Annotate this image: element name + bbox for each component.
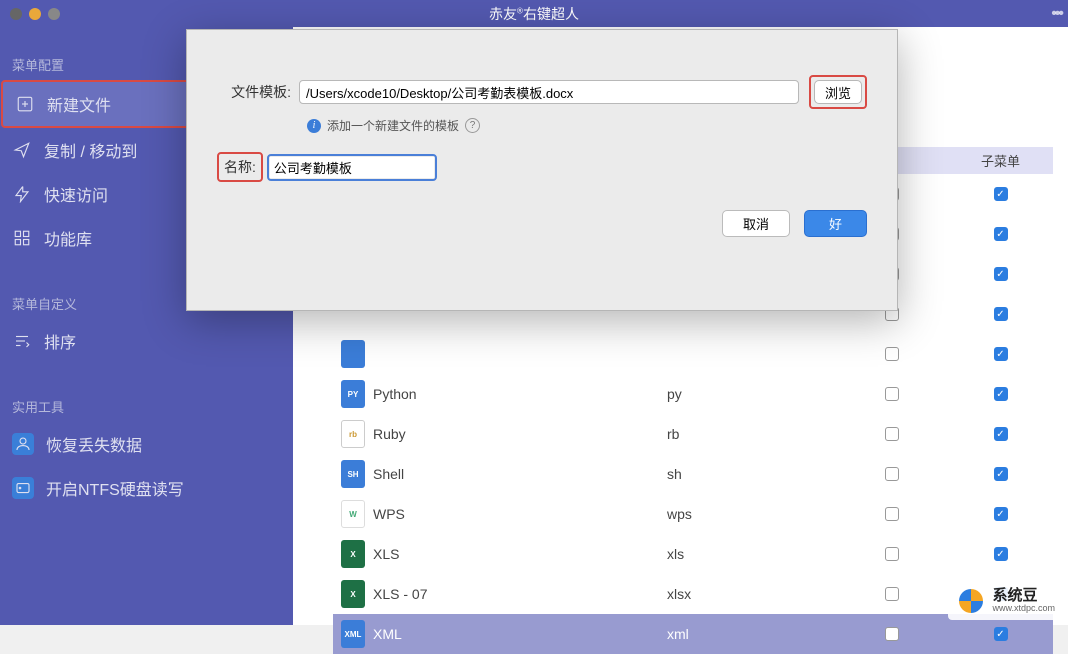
table-row[interactable]: PY Python py <box>333 374 1053 414</box>
checkbox[interactable] <box>885 347 899 361</box>
hint-text: 添加一个新建文件的模板 <box>327 117 459 134</box>
cell-name: Python <box>373 386 667 402</box>
sidebar-label: 恢复丢失数据 <box>46 432 142 456</box>
checkbox[interactable] <box>885 387 899 401</box>
checkbox[interactable] <box>885 587 899 601</box>
checkbox[interactable] <box>994 627 1008 641</box>
checkbox[interactable] <box>994 307 1008 321</box>
sort-icon <box>12 331 32 351</box>
sidebar-item-recover[interactable]: 恢复丢失数据 <box>0 422 293 466</box>
sidebar-label: 快速访问 <box>44 182 108 206</box>
watermark-name: 系统豆 <box>992 588 1055 605</box>
file-icon: XML <box>341 620 365 648</box>
section-label-tools: 实用工具 <box>0 387 293 422</box>
checkbox[interactable] <box>994 347 1008 361</box>
table-row[interactable]: W WPS wps <box>333 494 1053 534</box>
new-file-template-dialog: 文件模板: 浏览 i 添加一个新建文件的模板 ? 名称: 取消 <box>186 29 898 311</box>
checkbox[interactable] <box>994 467 1008 481</box>
plus-square-icon <box>15 94 35 114</box>
cell-ext: xls <box>667 546 835 562</box>
file-icon: SH <box>341 460 365 488</box>
table-row[interactable] <box>333 334 1053 374</box>
cell-name: XML <box>373 626 667 642</box>
cell-name: XLS <box>373 546 667 562</box>
table-row[interactable]: X XLS - 07 xlsx <box>333 574 1053 614</box>
name-input[interactable] <box>270 157 434 178</box>
titlebar: 赤友®右键超人 ••• <box>0 0 1068 27</box>
file-icon: W <box>341 500 365 528</box>
th-submenu[interactable]: 子菜单 <box>948 151 1053 170</box>
checkbox[interactable] <box>994 427 1008 441</box>
watermark: 系统豆 www.xtdpc.com <box>948 582 1063 620</box>
table-row[interactable]: XML XML xml <box>333 614 1053 654</box>
watermark-logo-icon <box>956 586 986 616</box>
checkbox[interactable] <box>885 427 899 441</box>
recover-icon <box>12 433 34 455</box>
checkbox[interactable] <box>885 547 899 561</box>
help-icon[interactable]: ? <box>465 118 480 133</box>
sidebar-label: 复制 / 移动到 <box>44 138 137 162</box>
file-icon <box>341 340 365 368</box>
ntfs-icon <box>12 477 34 499</box>
sidebar-item-ntfs[interactable]: 开启NTFS硬盘读写 <box>0 466 293 510</box>
sidebar-item-sort[interactable]: 排序 <box>0 319 293 363</box>
file-icon: X <box>341 540 365 568</box>
checkbox[interactable] <box>885 467 899 481</box>
cell-ext: xml <box>667 626 835 642</box>
app-window: 赤友®右键超人 ••• 菜单配置 新建文件 复制 / 移动到 <box>0 0 1068 625</box>
cell-ext: sh <box>667 466 835 482</box>
sidebar-label: 功能库 <box>44 226 92 250</box>
file-icon: X <box>341 580 365 608</box>
checkbox[interactable] <box>994 547 1008 561</box>
checkbox[interactable] <box>994 387 1008 401</box>
label-name: 名称: <box>224 159 256 175</box>
info-icon: i <box>307 119 321 133</box>
checkbox[interactable] <box>994 187 1008 201</box>
table-row[interactable]: X XLS xls <box>333 534 1053 574</box>
cancel-button[interactable]: 取消 <box>722 210 790 237</box>
checkbox[interactable] <box>885 507 899 521</box>
watermark-url: www.xtdpc.com <box>992 604 1055 614</box>
table-row[interactable]: rb Ruby rb <box>333 414 1053 454</box>
lightning-icon <box>12 184 32 204</box>
name-input-focus-ring <box>267 154 437 181</box>
cell-ext: wps <box>667 506 835 522</box>
file-template-input[interactable] <box>299 80 799 104</box>
ok-button[interactable]: 好 <box>804 210 867 237</box>
cell-name: Shell <box>373 466 667 482</box>
cell-ext: xlsx <box>667 586 835 602</box>
app-title: 赤友®右键超人 <box>0 4 1068 24</box>
cell-name: WPS <box>373 506 667 522</box>
send-icon <box>12 140 32 160</box>
sidebar-label: 新建文件 <box>47 92 111 116</box>
cell-ext: py <box>667 386 835 402</box>
sidebar-label: 开启NTFS硬盘读写 <box>46 476 184 500</box>
cell-ext: rb <box>667 426 835 442</box>
cell-name: Ruby <box>373 426 667 442</box>
checkbox[interactable] <box>994 507 1008 521</box>
table-row[interactable]: SH Shell sh <box>333 454 1053 494</box>
file-icon: PY <box>341 380 365 408</box>
file-icon: rb <box>341 420 365 448</box>
grid-icon <box>12 228 32 248</box>
hint-row: i 添加一个新建文件的模板 ? <box>307 117 867 134</box>
checkbox[interactable] <box>885 627 899 641</box>
sidebar-label: 排序 <box>44 329 76 353</box>
checkbox[interactable] <box>994 267 1008 281</box>
titlebar-more-icon[interactable]: ••• <box>1051 5 1062 23</box>
checkbox[interactable] <box>994 227 1008 241</box>
browse-button[interactable]: 浏览 <box>814 80 862 104</box>
cell-name: XLS - 07 <box>373 586 667 602</box>
label-file-template: 文件模板: <box>217 82 299 102</box>
